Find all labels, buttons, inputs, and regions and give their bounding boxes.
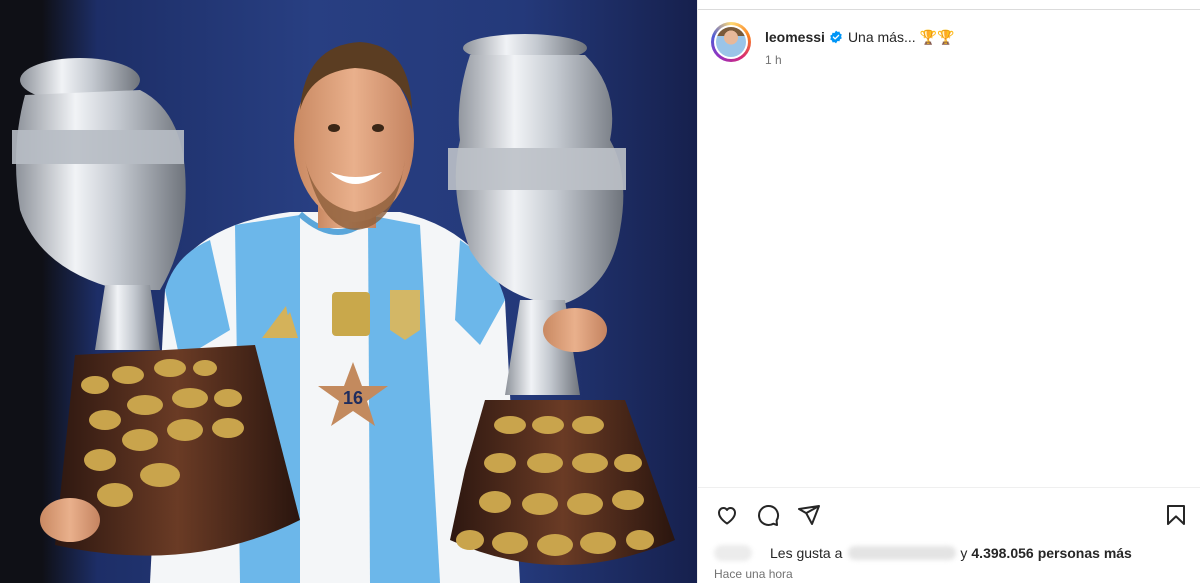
fifa-badge (332, 292, 370, 336)
jersey-number: 16 (343, 388, 363, 408)
actions-divider (698, 487, 1200, 488)
username-link[interactable]: leomessi (765, 29, 825, 45)
caption-row: leomessi Una más... 🏆🏆 (765, 27, 954, 47)
likes-suffix[interactable]: personas más (1038, 545, 1132, 561)
afa-crest (390, 290, 420, 340)
likes-prefix: Les gusta a (770, 545, 843, 561)
likes-summary[interactable]: Les gusta a y 4.398.056 personas más (714, 545, 1132, 561)
comment-icon[interactable] (755, 502, 781, 528)
photo-illustration: 16 (12, 34, 675, 583)
likes-count[interactable]: 4.398.056 (971, 545, 1033, 561)
bookmark-icon[interactable] (1163, 502, 1189, 528)
liker-avatars (714, 545, 752, 561)
post-time-short[interactable]: 1 h (765, 53, 782, 67)
post-timestamp[interactable]: Hace una hora (714, 567, 793, 581)
heart-icon[interactable] (714, 502, 740, 528)
likes-connector: y (960, 545, 968, 561)
top-divider (698, 9, 1200, 10)
avatar-image (716, 27, 746, 57)
liker-name[interactable] (848, 546, 957, 560)
action-bar (714, 502, 822, 528)
caption-text: Una más... 🏆🏆 (847, 28, 955, 45)
post-side-panel: leomessi Una más... 🏆🏆 1 h Les gusta a y… (697, 0, 1200, 583)
verified-badge-icon (829, 30, 843, 44)
post-image[interactable]: 16 (0, 0, 697, 583)
send-icon[interactable] (796, 502, 822, 528)
profile-avatar[interactable] (711, 22, 751, 62)
